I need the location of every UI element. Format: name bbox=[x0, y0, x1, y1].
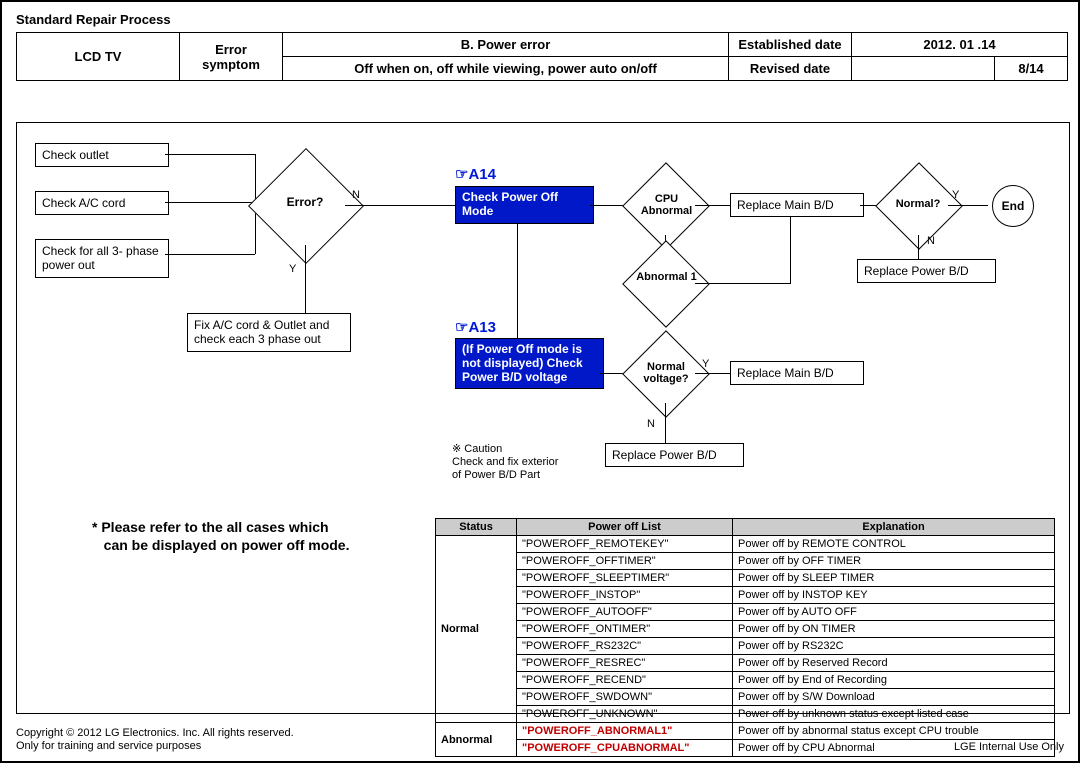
box-replace-power-1: Replace Power B/D bbox=[857, 259, 996, 283]
cell: "POWEROFF_CPUABNORMAL" bbox=[517, 740, 733, 757]
cell: "POWEROFF_RS232C" bbox=[517, 638, 733, 655]
diamond-cpu bbox=[622, 162, 710, 250]
cell: Power off by Reserved Record bbox=[733, 655, 1055, 672]
est-label: Established date bbox=[729, 33, 852, 57]
cell: Power off by End of Recording bbox=[733, 672, 1055, 689]
footer-copyright: Copyright © 2012 LG Electronics. Inc. Al… bbox=[16, 727, 294, 739]
cell: "POWEROFF_SWDOWN" bbox=[517, 689, 733, 706]
caution-l1: Check and fix exterior bbox=[452, 456, 558, 468]
cell: "POWEROFF_INSTOP" bbox=[517, 587, 733, 604]
cell: Power off by S/W Download bbox=[733, 689, 1055, 706]
diamond-error bbox=[248, 148, 364, 264]
cell: Power off by INSTOP KEY bbox=[733, 587, 1055, 604]
caution-l2: of Power B/D Part bbox=[452, 469, 540, 481]
page-number: 8/14 bbox=[995, 57, 1068, 81]
cell: Power off by AUTO OFF bbox=[733, 604, 1055, 621]
diamond-ab1 bbox=[622, 240, 710, 328]
cell: "POWEROFF_OFFTIMER" bbox=[517, 553, 733, 570]
box-check-outlet: Check outlet bbox=[35, 143, 169, 167]
rev-label: Revised date bbox=[729, 57, 852, 81]
symptom-detail: Off when on, off while viewing, power au… bbox=[283, 57, 729, 81]
box-replace-main-2: Replace Main B/D bbox=[730, 361, 864, 385]
est-date: 2012. 01 .14 bbox=[852, 33, 1068, 57]
cell: "POWEROFF_RECEND" bbox=[517, 672, 733, 689]
cell: "POWEROFF_REMOTEKEY" bbox=[517, 536, 733, 553]
cell: "POWEROFF_ONTIMER" bbox=[517, 621, 733, 638]
th-exp: Explanation bbox=[733, 519, 1055, 536]
product-cell: LCD TV bbox=[17, 33, 180, 81]
flow-canvas: Check outlet Check A/C cord Check for al… bbox=[16, 122, 1070, 714]
symptom-label: Error symptom bbox=[180, 33, 283, 81]
doc-title: Standard Repair Process bbox=[16, 12, 171, 27]
cell: Power off by ON TIMER bbox=[733, 621, 1055, 638]
end-node: End bbox=[992, 185, 1034, 227]
box-check-3phase: Check for all 3- phase power out bbox=[35, 239, 169, 278]
header-table: LCD TV Error symptom B. Power error Esta… bbox=[16, 32, 1068, 81]
box-check-ac: Check A/C cord bbox=[35, 191, 169, 215]
footer-right: LGE Internal Use Only bbox=[954, 741, 1064, 753]
ref-a14: ☞A14 bbox=[455, 165, 496, 183]
error-title: B. Power error bbox=[283, 33, 729, 57]
edge-n3: N bbox=[647, 418, 655, 430]
cell: Power off by REMOTE CONTROL bbox=[733, 536, 1055, 553]
edge-n1: N bbox=[352, 189, 360, 201]
note-l2: can be displayed on power off mode. bbox=[104, 537, 350, 553]
box-replace-power-2: Replace Power B/D bbox=[605, 443, 744, 467]
box-fix: Fix A/C cord & Outlet and check each 3 p… bbox=[187, 313, 351, 352]
diamond-normalv bbox=[622, 330, 710, 418]
edge-y1: Y bbox=[289, 263, 296, 275]
caution-note: ※ Caution Check and fix exterior of Powe… bbox=[452, 443, 558, 483]
box-replace-main-1: Replace Main B/D bbox=[730, 193, 864, 217]
cell: "POWEROFF_AUTOOFF" bbox=[517, 604, 733, 621]
cell: Power off by RS232C bbox=[733, 638, 1055, 655]
cell: "POWEROFF_RESREC" bbox=[517, 655, 733, 672]
cell: "POWEROFF_UNKNOWN" bbox=[517, 706, 733, 723]
edge-y2: Y bbox=[952, 189, 959, 201]
note-l1: * Please refer to the all cases which bbox=[92, 519, 329, 535]
poweroff-table: Status Power off List Explanation Normal… bbox=[435, 518, 1055, 757]
cell: Power off by abnormal status except CPU … bbox=[733, 723, 1055, 740]
page: Standard Repair Process LCD TV Error sym… bbox=[0, 0, 1080, 763]
rev-date bbox=[852, 57, 995, 81]
refer-note: * Please refer to the all cases which ca… bbox=[92, 518, 350, 554]
caution-star: ※ Caution bbox=[452, 443, 502, 455]
cell: "POWEROFF_ABNORMAL1" bbox=[517, 723, 733, 740]
box-check-poff: Check Power Off Mode bbox=[455, 186, 594, 224]
cell: Power off by SLEEP TIMER bbox=[733, 570, 1055, 587]
status-normal: Normal bbox=[436, 536, 517, 723]
th-list: Power off List bbox=[517, 519, 733, 536]
ref-a13: ☞A13 bbox=[455, 318, 496, 336]
cell: "POWEROFF_SLEEPTIMER" bbox=[517, 570, 733, 587]
edge-n2: N bbox=[927, 235, 935, 247]
th-status: Status bbox=[436, 519, 517, 536]
edge-y3: Y bbox=[702, 358, 709, 370]
footer-left: Copyright © 2012 LG Electronics. Inc. Al… bbox=[16, 727, 294, 753]
diamond-normal bbox=[875, 162, 963, 250]
footer-purpose: Only for training and service purposes bbox=[16, 740, 201, 752]
cell: Power off by unknown status except liste… bbox=[733, 706, 1055, 723]
cell: Power off by OFF TIMER bbox=[733, 553, 1055, 570]
status-abnormal: Abnormal bbox=[436, 723, 517, 757]
box-if-poff: (If Power Off mode is not displayed) Che… bbox=[455, 338, 604, 389]
